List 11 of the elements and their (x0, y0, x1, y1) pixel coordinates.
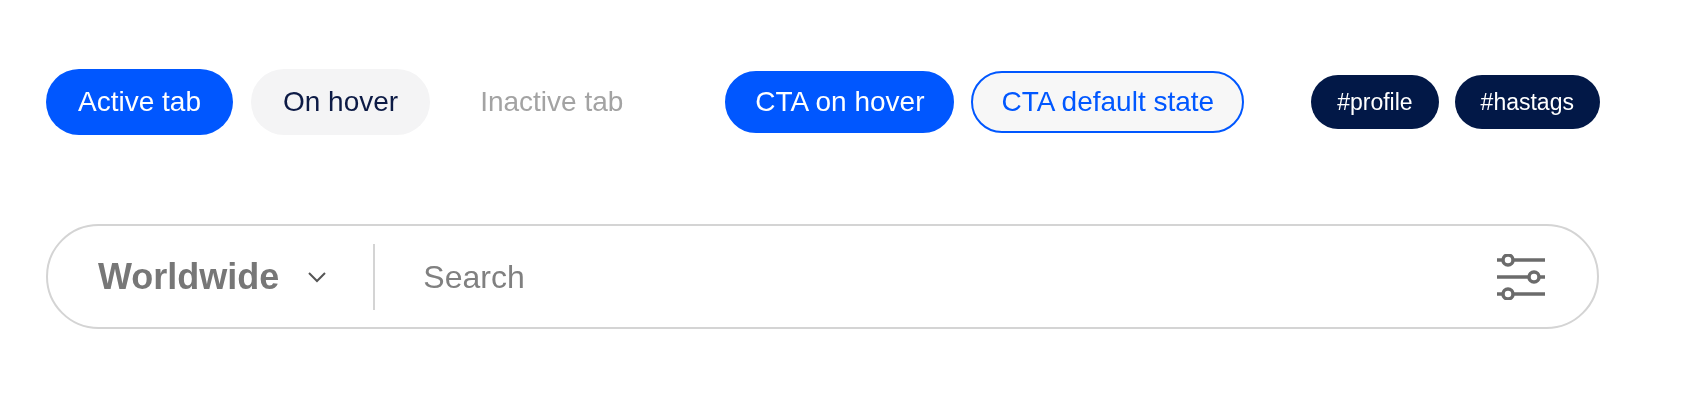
cta-button[interactable]: CTA default state (971, 71, 1245, 133)
hashtag-chip: #hastags (1454, 75, 1600, 129)
chevron-down-icon (307, 270, 328, 283)
search-field[interactable]: Search (423, 252, 1495, 301)
search-bar[interactable]: Worldwide Search (46, 224, 1599, 329)
tab[interactable]: On hover (250, 69, 431, 135)
cta-button[interactable]: CTA on hover (725, 71, 955, 133)
tab[interactable]: Active tab (46, 69, 233, 135)
hashtag-chip: #profile (1311, 75, 1439, 129)
filter-sliders-icon (1495, 253, 1547, 300)
region-dropdown[interactable]: Worldwide (98, 249, 328, 304)
